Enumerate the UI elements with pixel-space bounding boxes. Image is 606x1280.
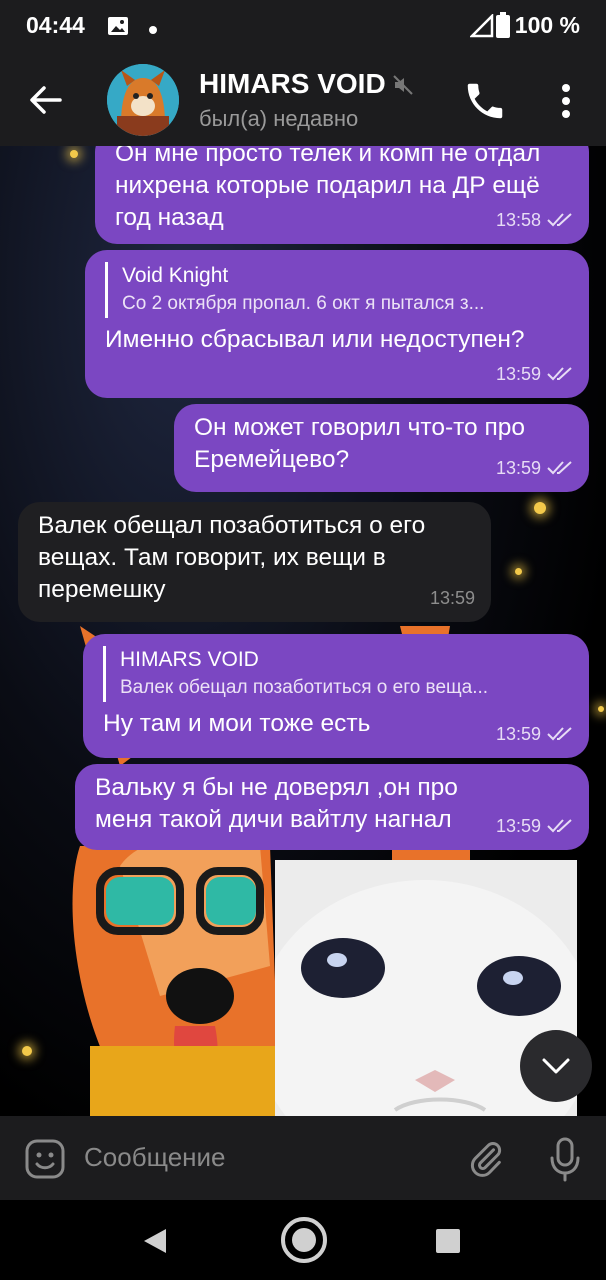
message-time: 13:58 xyxy=(495,210,541,230)
dot-icon xyxy=(148,22,158,40)
message-bubble-outgoing[interactable]: Он может говорил что-то про Еремейцево? … xyxy=(174,404,589,492)
status-time: 04:44 xyxy=(26,12,85,38)
message-time: 13:59 xyxy=(429,588,475,608)
mute-icon xyxy=(392,74,414,101)
message-meta: 13:59 xyxy=(496,718,573,750)
battery-icon xyxy=(496,12,510,43)
double-check-icon xyxy=(547,461,572,475)
message-text: Именно сбрасывал или недоступен? xyxy=(105,326,525,353)
attach-icon xyxy=(470,1142,502,1177)
call-button[interactable] xyxy=(462,78,508,124)
message-meta: 13:59 xyxy=(496,810,573,842)
battery-level: 100 % xyxy=(514,12,580,38)
message-text: Валек обещал позаботиться о его вещах. Т… xyxy=(38,512,426,603)
message-time: 13:59 xyxy=(495,724,541,744)
double-check-icon xyxy=(547,727,572,741)
message-meta: 13:58 xyxy=(496,204,573,236)
reply-snippet: Со 2 октября пропал. 6 окт я пытался з..… xyxy=(122,293,485,314)
reply-preview[interactable]: Void Knight Со 2 октября пропал. 6 окт я… xyxy=(105,262,569,318)
voice-message-button[interactable] xyxy=(548,1136,582,1187)
emoji-button[interactable] xyxy=(24,1138,66,1185)
message-time: 13:59 xyxy=(495,816,541,836)
status-bar: 04:44 100 % xyxy=(0,0,606,54)
message-time: 13:59 xyxy=(495,364,541,384)
message-bubble-outgoing[interactable]: Вальку я бы не доверял ,он про меня тако… xyxy=(75,764,589,850)
mic-icon xyxy=(550,1137,580,1182)
chat-header: HIMARS VOID был(а) недавно xyxy=(0,54,606,146)
reply-snippet: Валек обещал позаботиться о его веща... xyxy=(120,677,489,698)
message-bubble-outgoing[interactable]: Он мне просто телек и комп не отдал нихр… xyxy=(95,146,589,244)
chat-area[interactable]: Он мне просто телек и комп не отдал нихр… xyxy=(0,146,606,1116)
reply-author: HIMARS VOID xyxy=(120,648,259,671)
nav-back-button[interactable] xyxy=(140,1226,170,1261)
nav-recents-icon xyxy=(436,1229,460,1253)
double-check-icon xyxy=(547,213,572,227)
more-vertical-icon xyxy=(562,84,570,118)
message-input[interactable]: Сообщение xyxy=(84,1142,226,1173)
message-composer: Сообщение xyxy=(0,1116,606,1200)
message-meta: 13:59 xyxy=(496,358,573,390)
double-check-icon xyxy=(547,367,572,381)
message-bubble-incoming[interactable]: Валек обещал позаботиться о его вещах. Т… xyxy=(18,502,491,622)
attach-button[interactable] xyxy=(466,1138,506,1185)
nav-home-button[interactable] xyxy=(279,1215,329,1270)
message-meta: 13:59 xyxy=(496,452,573,484)
avatar[interactable] xyxy=(107,64,179,136)
emoji-icon xyxy=(25,1139,65,1179)
scroll-to-bottom-button[interactable] xyxy=(520,1030,592,1102)
reply-author: Void Knight xyxy=(122,264,229,287)
reply-preview[interactable]: HIMARS VOID Валек обещал позаботиться о … xyxy=(103,646,569,702)
nav-home-icon xyxy=(281,1217,327,1263)
message-meta: 13:59 xyxy=(430,582,475,614)
more-options-button[interactable] xyxy=(552,78,580,124)
double-check-icon xyxy=(547,819,572,833)
nav-back-icon xyxy=(144,1229,166,1253)
chevron-down-icon xyxy=(542,1058,570,1074)
message-bubble-outgoing[interactable]: HIMARS VOID Валек обещал позаботиться о … xyxy=(83,634,589,758)
nav-recents-button[interactable] xyxy=(434,1227,462,1260)
signal-icon xyxy=(468,12,494,43)
system-nav-bar xyxy=(0,1200,606,1280)
phone-icon xyxy=(467,83,503,119)
image-notification-icon xyxy=(106,14,130,43)
message-bubble-outgoing[interactable]: Void Knight Со 2 октября пропал. 6 окт я… xyxy=(85,250,589,398)
chat-status: был(а) недавно xyxy=(199,106,359,131)
back-button[interactable] xyxy=(22,76,70,124)
message-time: 13:59 xyxy=(495,458,541,478)
back-arrow-icon xyxy=(30,86,62,114)
chat-title[interactable]: HIMARS VOID xyxy=(199,68,386,100)
